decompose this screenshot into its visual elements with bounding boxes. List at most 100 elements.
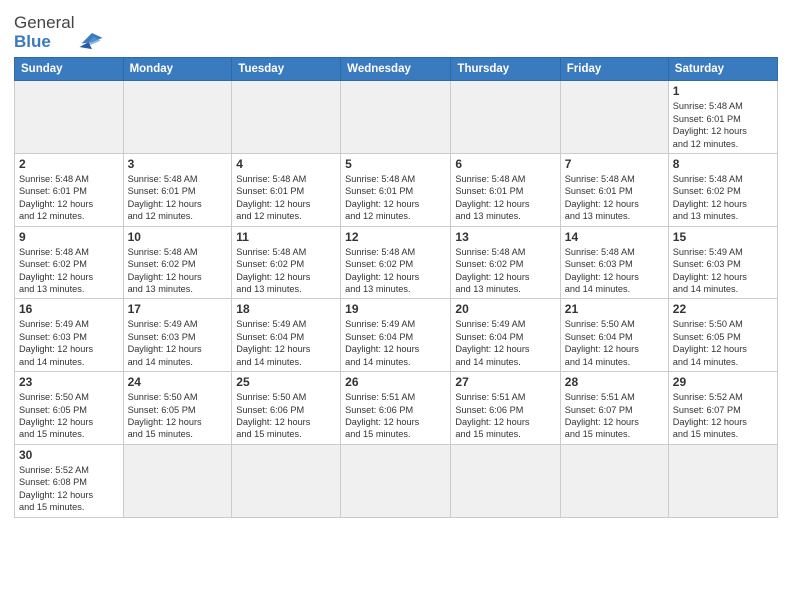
calendar-week-5: 30 Sunrise: 5:52 AM Sunset: 6:08 PM Dayli… — [15, 444, 778, 517]
calendar-header: SundayMondayTuesdayWednesdayThursdayFrid… — [15, 58, 778, 81]
day-number: 11 — [236, 230, 336, 244]
day-number: 14 — [565, 230, 664, 244]
logo: General Blue — [14, 14, 106, 51]
day-info: Sunrise: 5:48 AM Sunset: 6:02 PM Dayligh… — [345, 246, 446, 296]
weekday-header-friday: Friday — [560, 58, 668, 81]
calendar-table: SundayMondayTuesdayWednesdayThursdayFrid… — [14, 57, 778, 517]
day-info: Sunrise: 5:48 AM Sunset: 6:02 PM Dayligh… — [236, 246, 336, 296]
calendar-cell: 14 Sunrise: 5:48 AM Sunset: 6:03 PM Dayli… — [560, 226, 668, 299]
day-info: Sunrise: 5:50 AM Sunset: 6:05 PM Dayligh… — [673, 318, 773, 368]
calendar-cell: 25 Sunrise: 5:50 AM Sunset: 6:06 PM Dayli… — [232, 372, 341, 445]
day-info: Sunrise: 5:48 AM Sunset: 6:01 PM Dayligh… — [345, 173, 446, 223]
calendar-cell: 7 Sunrise: 5:48 AM Sunset: 6:01 PM Daylig… — [560, 154, 668, 227]
calendar-cell — [668, 444, 777, 517]
day-info: Sunrise: 5:52 AM Sunset: 6:07 PM Dayligh… — [673, 391, 773, 441]
calendar-cell — [15, 81, 124, 154]
day-number: 5 — [345, 157, 446, 171]
day-info: Sunrise: 5:50 AM Sunset: 6:05 PM Dayligh… — [128, 391, 228, 441]
weekday-header-thursday: Thursday — [451, 58, 560, 81]
day-info: Sunrise: 5:48 AM Sunset: 6:03 PM Dayligh… — [565, 246, 664, 296]
day-info: Sunrise: 5:50 AM Sunset: 6:06 PM Dayligh… — [236, 391, 336, 441]
calendar-cell: 29 Sunrise: 5:52 AM Sunset: 6:07 PM Dayli… — [668, 372, 777, 445]
calendar-cell: 18Sunrise: 5:49 AM Sunset: 6:04 PM Dayli… — [232, 299, 341, 372]
day-number: 4 — [236, 157, 336, 171]
day-number: 22 — [673, 302, 773, 316]
calendar-cell: 30 Sunrise: 5:52 AM Sunset: 6:08 PM Dayli… — [15, 444, 124, 517]
day-number: 10 — [128, 230, 228, 244]
day-number: 15 — [673, 230, 773, 244]
calendar-cell: 4Sunrise: 5:48 AM Sunset: 6:01 PM Daylig… — [232, 154, 341, 227]
day-info: Sunrise: 5:49 AM Sunset: 6:03 PM Dayligh… — [673, 246, 773, 296]
day-info: Sunrise: 5:49 AM Sunset: 6:03 PM Dayligh… — [19, 318, 119, 368]
calendar-cell — [560, 81, 668, 154]
day-number: 25 — [236, 375, 336, 389]
calendar-cell — [123, 81, 232, 154]
calendar-cell: 16 Sunrise: 5:49 AM Sunset: 6:03 PM Dayli… — [15, 299, 124, 372]
day-number: 2 — [19, 157, 119, 171]
logo-text: General — [14, 14, 74, 33]
day-number: 24 — [128, 375, 228, 389]
day-number: 19 — [345, 302, 446, 316]
calendar-cell: 2 Sunrise: 5:48 AM Sunset: 6:01 PM Daylig… — [15, 154, 124, 227]
calendar-cell — [560, 444, 668, 517]
calendar-week-0: 1Sunrise: 5:48 AM Sunset: 6:01 PM Daylig… — [15, 81, 778, 154]
calendar-cell: 19 Sunrise: 5:49 AM Sunset: 6:04 PM Dayli… — [341, 299, 451, 372]
weekday-header-row: SundayMondayTuesdayWednesdayThursdayFrid… — [15, 58, 778, 81]
day-info: Sunrise: 5:48 AM Sunset: 6:01 PM Dayligh… — [19, 173, 119, 223]
calendar-cell — [123, 444, 232, 517]
day-number: 3 — [128, 157, 228, 171]
day-number: 13 — [455, 230, 555, 244]
weekday-header-saturday: Saturday — [668, 58, 777, 81]
day-info: Sunrise: 5:49 AM Sunset: 6:04 PM Dayligh… — [345, 318, 446, 368]
calendar-cell — [451, 81, 560, 154]
calendar-cell: 24 Sunrise: 5:50 AM Sunset: 6:05 PM Dayli… — [123, 372, 232, 445]
day-info: Sunrise: 5:48 AM Sunset: 6:02 PM Dayligh… — [128, 246, 228, 296]
day-number: 28 — [565, 375, 664, 389]
calendar-cell — [341, 444, 451, 517]
logo-blue-text: Blue — [14, 33, 74, 52]
calendar-cell: 27Sunrise: 5:51 AM Sunset: 6:06 PM Dayli… — [451, 372, 560, 445]
calendar-cell: 28 Sunrise: 5:51 AM Sunset: 6:07 PM Dayli… — [560, 372, 668, 445]
calendar-cell: 12Sunrise: 5:48 AM Sunset: 6:02 PM Dayli… — [341, 226, 451, 299]
calendar-cell: 6 Sunrise: 5:48 AM Sunset: 6:01 PM Daylig… — [451, 154, 560, 227]
day-info: Sunrise: 5:49 AM Sunset: 6:03 PM Dayligh… — [128, 318, 228, 368]
header: General Blue — [14, 10, 778, 51]
day-number: 29 — [673, 375, 773, 389]
day-number: 6 — [455, 157, 555, 171]
day-number: 8 — [673, 157, 773, 171]
calendar-cell — [451, 444, 560, 517]
calendar-cell: 23Sunrise: 5:50 AM Sunset: 6:05 PM Dayli… — [15, 372, 124, 445]
calendar-cell: 15 Sunrise: 5:49 AM Sunset: 6:03 PM Dayli… — [668, 226, 777, 299]
day-number: 1 — [673, 84, 773, 98]
calendar-cell: 1Sunrise: 5:48 AM Sunset: 6:01 PM Daylig… — [668, 81, 777, 154]
calendar-cell: 26 Sunrise: 5:51 AM Sunset: 6:06 PM Dayli… — [341, 372, 451, 445]
day-number: 7 — [565, 157, 664, 171]
day-number: 30 — [19, 448, 119, 462]
day-info: Sunrise: 5:51 AM Sunset: 6:06 PM Dayligh… — [345, 391, 446, 441]
calendar-cell: 21 Sunrise: 5:50 AM Sunset: 6:04 PM Dayli… — [560, 299, 668, 372]
page: General Blue SundayMondayTuesdayWednesda… — [0, 0, 792, 612]
calendar-week-2: 9Sunrise: 5:48 AM Sunset: 6:02 PM Daylig… — [15, 226, 778, 299]
weekday-header-monday: Monday — [123, 58, 232, 81]
calendar-cell: 5 Sunrise: 5:48 AM Sunset: 6:01 PM Daylig… — [341, 154, 451, 227]
day-number: 18 — [236, 302, 336, 316]
calendar-cell: 13Sunrise: 5:48 AM Sunset: 6:02 PM Dayli… — [451, 226, 560, 299]
day-info: Sunrise: 5:50 AM Sunset: 6:04 PM Dayligh… — [565, 318, 664, 368]
day-number: 17 — [128, 302, 228, 316]
day-info: Sunrise: 5:48 AM Sunset: 6:01 PM Dayligh… — [455, 173, 555, 223]
day-info: Sunrise: 5:48 AM Sunset: 6:02 PM Dayligh… — [19, 246, 119, 296]
day-info: Sunrise: 5:48 AM Sunset: 6:01 PM Dayligh… — [565, 173, 664, 223]
day-info: Sunrise: 5:51 AM Sunset: 6:07 PM Dayligh… — [565, 391, 664, 441]
calendar-cell — [232, 444, 341, 517]
calendar-cell: 17 Sunrise: 5:49 AM Sunset: 6:03 PM Dayli… — [123, 299, 232, 372]
calendar-cell — [232, 81, 341, 154]
calendar-cell: 8Sunrise: 5:48 AM Sunset: 6:02 PM Daylig… — [668, 154, 777, 227]
calendar-cell: 3Sunrise: 5:48 AM Sunset: 6:01 PM Daylig… — [123, 154, 232, 227]
calendar-cell: 9Sunrise: 5:48 AM Sunset: 6:02 PM Daylig… — [15, 226, 124, 299]
day-number: 21 — [565, 302, 664, 316]
calendar-week-3: 16 Sunrise: 5:49 AM Sunset: 6:03 PM Dayli… — [15, 299, 778, 372]
day-number: 16 — [19, 302, 119, 316]
day-number: 20 — [455, 302, 555, 316]
day-number: 26 — [345, 375, 446, 389]
day-info: Sunrise: 5:52 AM Sunset: 6:08 PM Dayligh… — [19, 464, 119, 514]
